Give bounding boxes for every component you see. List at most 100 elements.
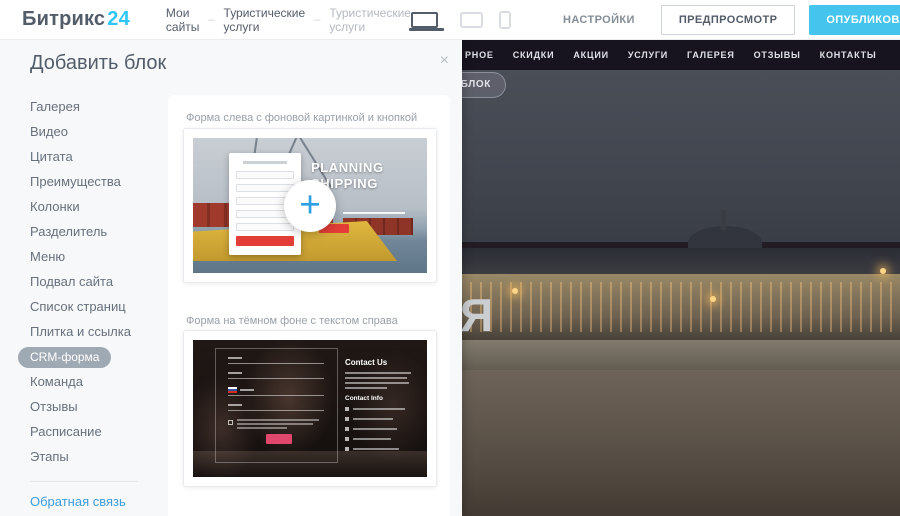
photo-sky [460,70,900,242]
mobile-view-icon[interactable] [499,11,511,29]
preview-submit-bar [266,434,292,444]
sidebar-item-stages[interactable]: Этапы [0,444,168,469]
site-nav-item[interactable]: РНОЕ [465,50,494,60]
preview-form-field [228,395,324,396]
breadcrumb-my-sites[interactable]: Мои сайты [166,6,200,34]
site-nav-item[interactable]: КОНТАКТЫ [820,50,877,60]
preview-form-outline [215,348,338,463]
preview-form-label-bar [240,389,254,391]
site-nav-item[interactable]: ОТЗЫВЫ [754,50,801,60]
site-preview-background: РНОЕ СКИДКИ АКЦИИ УСЛУГИ ГАЛЕРЕЯ ОТЗЫВЫ … [460,40,900,516]
breadcrumb-separator: – [208,14,214,26]
site-nav-bar: РНОЕ СКИДКИ АКЦИИ УСЛУГИ ГАЛЕРЕЯ ОТЗЫВЫ … [460,40,900,70]
preview-headline-line1: PLANNING [311,160,384,176]
preview-form-title-bar [243,161,287,164]
preview-form-label-bar [228,372,242,374]
preview-form-label-bar [228,357,242,359]
photo-building-roof [460,248,900,274]
publish-button[interactable]: ОПУБЛИКОВАТЬ [809,5,900,35]
feedback-link[interactable]: Обратная связь [0,482,168,509]
block-caption: Форма на тёмном фоне с текстом справа [186,315,398,327]
preview-info-row [345,417,417,421]
location-icon [345,407,349,411]
site-nav-item[interactable]: УСЛУГИ [628,50,668,60]
preview-paragraph-bars [345,372,417,389]
close-icon[interactable]: × [440,53,449,69]
bitrix24-logo[interactable]: Битрикс24 [22,8,130,31]
sidebar-item-columns[interactable]: Колонки [0,194,168,219]
sidebar-item-video[interactable]: Видео [0,119,168,144]
block-previews-area: Форма слева с фоновой картинкой и кнопко… [168,95,450,516]
text-bar [353,408,405,410]
sidebar-item-team[interactable]: Команда [0,369,168,394]
logo-brand: Битрикс [22,8,105,30]
sidebar-item-page-list[interactable]: Список страниц [0,294,168,319]
add-block-panel: Добавить блок × Галерея Видео Цитата Пре… [0,40,462,516]
breadcrumb-site[interactable]: Туристические услуги [224,6,306,34]
phone-icon [345,417,349,421]
text-bar [237,419,319,421]
preview-info-row [345,437,417,441]
top-bar: Битрикс24 Мои сайты – Туристические услу… [0,0,900,40]
preview-form-field [236,223,294,231]
text-bar [345,377,407,379]
preview-button[interactable]: ПРЕДПРОСМОТР [661,5,795,35]
preview-consent-text-bars [237,419,319,431]
preview-info-row [345,447,417,451]
preview-form-field [236,171,294,179]
russia-flag-icon [228,387,237,393]
preview-form-field [228,363,324,364]
text-bar [353,438,391,440]
photo-lamp-glow [512,288,518,294]
settings-button[interactable]: НАСТРОЙКИ [563,14,635,26]
preview-contact-column: Contact Us Contact Info [345,358,417,457]
preview-contact-info-heading: Contact Info [345,395,417,402]
text-bar [345,382,409,384]
add-block-plus-button[interactable]: + [284,180,336,232]
text-bar [345,372,411,374]
preview-contact-heading: Contact Us [345,358,417,367]
block-template-dark-form[interactable]: Contact Us Contact Info [183,330,437,487]
sidebar-item-crm-form[interactable]: CRM-форма [0,344,168,369]
sidebar-item-divider[interactable]: Разделитель [0,219,168,244]
mobile-icon [345,437,349,441]
sidebar-item-tile-link[interactable]: Плитка и ссылка [0,319,168,344]
sidebar-item-menu[interactable]: Меню [0,244,168,269]
preview-form-field [228,410,324,411]
sidebar-item-schedule[interactable]: Расписание [0,419,168,444]
site-add-block-button[interactable]: БЛОК [460,72,506,98]
block-preview-image: Contact Us Contact Info [193,340,427,477]
fax-icon [345,427,349,431]
site-nav-item[interactable]: СКИДКИ [513,50,555,60]
logo-suffix: 24 [107,8,130,30]
text-bar [353,418,393,420]
photo-lamp-glow [710,296,716,302]
preview-form-label-bar [228,404,242,406]
sidebar-item-reviews[interactable]: Отзывы [0,394,168,419]
preview-form-field [236,184,294,192]
panel-title: Добавить блок [30,52,166,75]
preview-info-row [345,407,417,411]
sidebar-item-footer[interactable]: Подвал сайта [0,269,168,294]
selected-category-pill: CRM-форма [18,347,111,368]
site-nav-item[interactable]: АКЦИИ [573,50,609,60]
sidebar-item-advantages[interactable]: Преимущества [0,169,168,194]
preview-form-submit-bar [236,236,294,246]
breadcrumb-page: Туристические услуги [329,6,411,34]
sidebar-item-quote[interactable]: Цитата [0,144,168,169]
site-nav-item[interactable]: ГАЛЕРЕЯ [687,50,735,60]
app-window: РНОЕ СКИДКИ АКЦИИ УСЛУГИ ГАЛЕРЕЯ ОТЗЫВЫ … [0,0,900,516]
sidebar-item-gallery[interactable]: Галерея [0,94,168,119]
checkbox-icon [228,420,233,425]
preview-phone-field-row [228,387,325,393]
text-bar [237,427,287,429]
photo-building-facade [460,274,900,340]
desktop-view-icon[interactable] [411,12,438,28]
photo-stone-bridge [460,370,900,516]
tablet-view-icon[interactable] [460,12,483,28]
block-template-form-with-image[interactable]: PLANNING SHIPPING + [183,128,437,283]
block-categories-sidebar: Галерея Видео Цитата Преимущества Колонк… [0,94,168,509]
text-bar [237,423,313,425]
breadcrumb: Мои сайты – Туристические услуги – Турис… [166,6,411,34]
breadcrumb-separator: – [314,14,320,26]
